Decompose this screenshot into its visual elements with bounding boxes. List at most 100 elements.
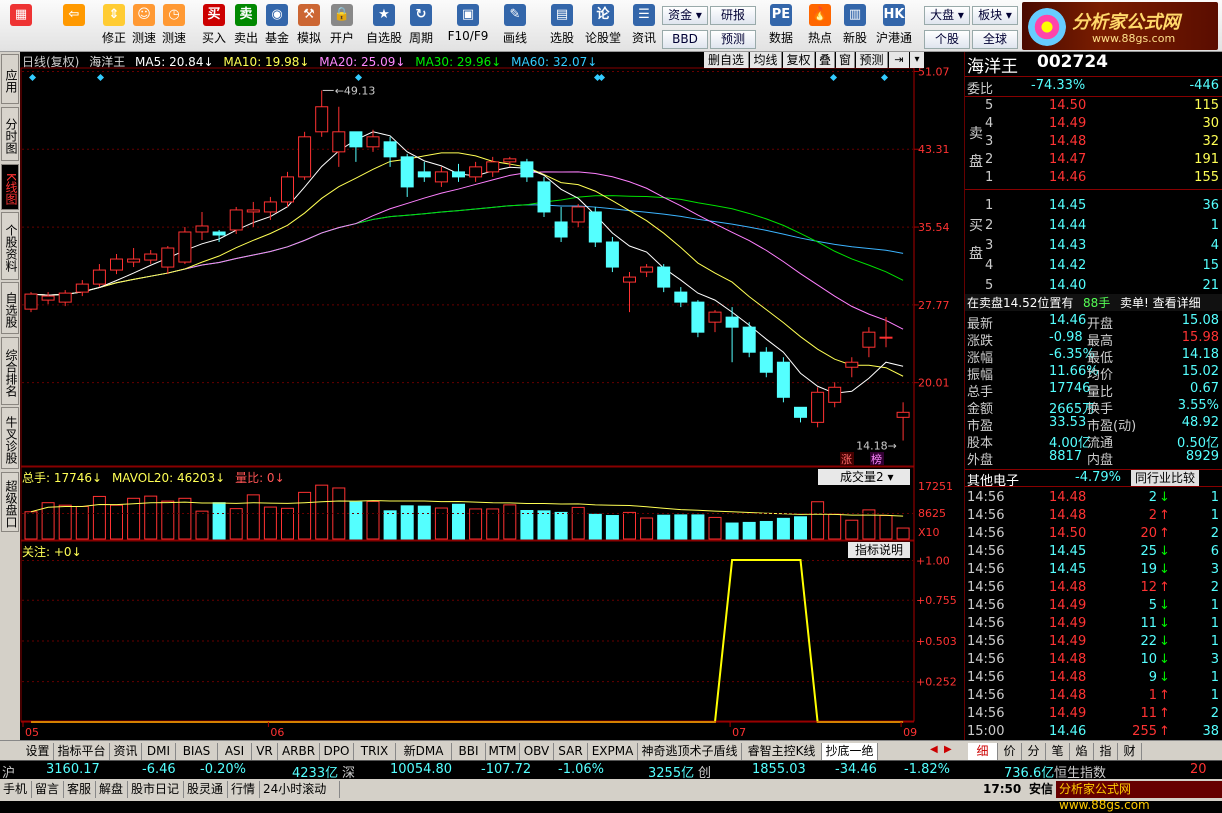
candle[interactable] — [537, 176, 551, 217]
event-marker-icon[interactable] — [96, 73, 105, 82]
back-arrow-button[interactable]: ⇦ — [56, 4, 92, 50]
indicator-tab[interactable]: SAR — [554, 743, 588, 760]
left-tab[interactable]: 自选股 — [1, 282, 19, 334]
candle[interactable] — [879, 317, 893, 348]
quote-tab[interactable]: 笔 — [1046, 743, 1070, 760]
indicator-tab[interactable]: MTM — [486, 743, 520, 760]
candle[interactable] — [298, 131, 312, 180]
quote-tab[interactable]: 价 — [998, 743, 1022, 760]
tab-scroll-right-icon[interactable]: ▶ — [944, 744, 952, 755]
candle[interactable] — [640, 264, 654, 278]
left-tab[interactable]: 牛叉诊股 — [1, 407, 19, 469]
event-marker-icon[interactable] — [28, 73, 37, 82]
candle[interactable] — [195, 211, 209, 241]
toolbar-small-button[interactable]: 资金 ▾ — [662, 6, 708, 25]
status-link[interactable]: 留言 — [32, 781, 64, 798]
candle[interactable] — [691, 300, 705, 338]
candle[interactable] — [452, 163, 465, 182]
volume-indicator-select[interactable]: 成交量2 ▾ — [818, 469, 910, 485]
candle[interactable] — [554, 206, 568, 243]
chart-tool-button[interactable]: 均线 — [750, 52, 782, 68]
candle[interactable] — [434, 166, 448, 187]
candle[interactable] — [263, 196, 277, 220]
status-link[interactable]: 股灵通 — [184, 781, 228, 798]
event-marker-icon[interactable] — [354, 73, 363, 82]
candle[interactable] — [623, 272, 636, 313]
clock-button[interactable]: ◷ 测速 — [160, 4, 188, 50]
grid-button[interactable]: ▦ — [6, 4, 36, 50]
status-link[interactable]: 客服 — [64, 781, 96, 798]
candle[interactable] — [845, 357, 859, 378]
hkconnect-button[interactable]: HK 沪港通 — [874, 4, 914, 50]
event-marker-icon[interactable] — [829, 73, 838, 82]
pe-button[interactable]: PE 数据 — [764, 4, 798, 50]
pin-icon[interactable]: ⇥ — [889, 52, 909, 68]
up-down-button[interactable]: ⇕ 修正 — [100, 4, 128, 50]
indicator-tab[interactable]: 设置 — [22, 743, 54, 760]
chart-area[interactable]: 51.07 43.31 35.54 27.77 20.01 ←49.13 14.18→ 涨榜 1… — [20, 52, 964, 740]
candle[interactable] — [811, 387, 825, 428]
indicator-tab[interactable]: VR — [252, 743, 278, 760]
candle[interactable] — [161, 246, 175, 275]
hammer-button[interactable]: ⚒ 模拟 — [295, 4, 323, 50]
quote-tab[interactable]: 细 — [968, 743, 998, 760]
rank-badge[interactable]: 涨 — [840, 452, 854, 466]
left-tab[interactable]: 超级盘口 — [1, 472, 19, 532]
toolbar-small-button[interactable]: 研报 — [710, 6, 756, 25]
candle[interactable] — [178, 226, 192, 265]
sell-button[interactable]: 卖卖出 — [232, 4, 260, 50]
candle[interactable] — [588, 206, 602, 248]
hot-button[interactable]: 🔥 热点 — [803, 4, 837, 50]
candle[interactable] — [417, 161, 431, 182]
indicator-tab[interactable]: EXPMA — [588, 743, 638, 760]
candle[interactable] — [503, 156, 517, 167]
candle[interactable] — [520, 158, 534, 182]
chart-menu-icon[interactable]: ▾ — [910, 52, 924, 68]
indicator-tab[interactable]: BIAS — [176, 743, 218, 760]
event-marker-icon[interactable] — [880, 73, 889, 82]
indicator-tab[interactable]: ASI — [218, 743, 252, 760]
indicator-tab[interactable]: 指标平台 — [54, 743, 110, 760]
indicator-tab[interactable]: ARBR — [278, 743, 320, 760]
candle[interactable] — [127, 248, 141, 268]
candle[interactable] — [41, 292, 55, 305]
candle[interactable] — [229, 206, 243, 234]
quote-tab[interactable]: 焰 — [1070, 743, 1094, 760]
left-tab[interactable]: K线图 — [1, 164, 19, 210]
candle[interactable] — [469, 161, 483, 182]
candle[interactable] — [92, 264, 106, 288]
indicator-tab[interactable]: 睿智主控K线 — [742, 743, 822, 760]
candle[interactable] — [828, 382, 842, 408]
status-link[interactable]: 解盘 — [96, 781, 128, 798]
candle[interactable] — [144, 250, 158, 265]
status-link[interactable]: 行情 — [228, 781, 260, 798]
toolbar-small-button[interactable]: 大盘 ▾ — [924, 6, 970, 25]
star-button[interactable]: ★ 自选股 — [364, 4, 404, 50]
notice-detail-link[interactable]: 卖单! 查看详细 — [1120, 294, 1201, 311]
candle[interactable] — [776, 357, 790, 403]
status-link[interactable]: 24小时滚动 — [260, 781, 340, 798]
left-tab[interactable]: 综合排名 — [1, 337, 19, 405]
candle[interactable] — [794, 406, 807, 423]
indicator-tab[interactable]: 新DMA — [396, 743, 452, 760]
indicator-tab[interactable]: DPO — [320, 743, 354, 760]
rank-badge[interactable]: 榜 — [870, 452, 884, 466]
chart-tool-button[interactable]: 删自选 — [704, 52, 749, 68]
quote-tab[interactable]: 指 — [1094, 743, 1118, 760]
candle[interactable] — [759, 347, 773, 378]
left-tab[interactable]: 分时图 — [1, 107, 19, 161]
indicator-tab[interactable]: BBI — [452, 743, 486, 760]
candle[interactable] — [315, 90, 329, 137]
lock-button[interactable]: 🔒 开户 — [327, 4, 357, 50]
event-marker-icon[interactable] — [593, 73, 602, 82]
candle[interactable] — [332, 106, 346, 167]
left-tab[interactable]: 个股资料 — [1, 212, 19, 280]
candle[interactable] — [281, 171, 294, 207]
candle[interactable] — [742, 322, 756, 358]
indicator-help-button[interactable]: 指标说明 — [848, 542, 910, 558]
indicator-tab[interactable]: 神奇逃顶术子盾线 — [638, 743, 742, 760]
toolbar-small-button[interactable]: 全球 — [972, 30, 1018, 49]
forum-button[interactable]: 论论股堂 — [584, 4, 622, 50]
cycle-button[interactable]: ↻ 周期 — [405, 4, 437, 50]
indicator-tab[interactable]: 抄底一绝 — [822, 743, 878, 760]
